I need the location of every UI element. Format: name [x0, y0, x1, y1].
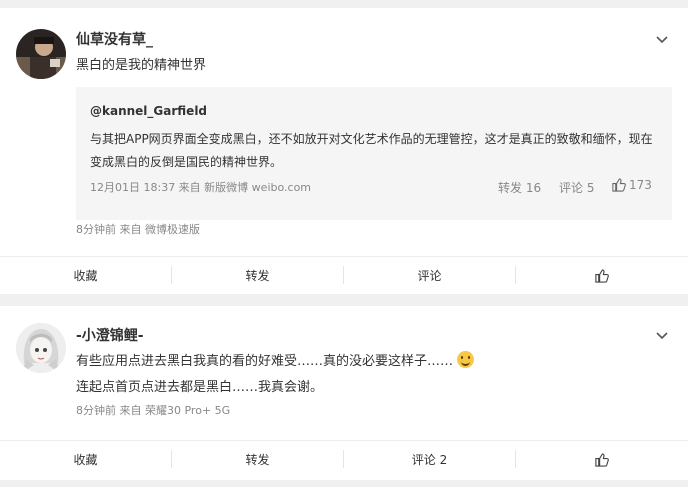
collect-button[interactable]: 收藏	[0, 441, 171, 477]
thumbs-up-icon	[595, 452, 609, 467]
repost-button[interactable]: 转发	[172, 441, 343, 477]
post-meta: 8分钟前 来自 微博极速版	[76, 223, 200, 236]
repost-count[interactable]: 转发 16	[498, 179, 541, 196]
repost-meta: 12月01日 18:37 来自 新版微博 weibo.com	[90, 181, 312, 194]
collect-button[interactable]: 收藏	[0, 257, 171, 293]
like-count: 173	[629, 177, 652, 192]
avatar[interactable]	[16, 323, 66, 373]
smile-emoji-icon	[457, 351, 475, 368]
username[interactable]: 仙草没有草_	[76, 29, 153, 49]
avatar[interactable]	[16, 29, 66, 79]
post-text: 连起点首页点进去都是黑白……我真会谢。	[76, 380, 324, 395]
repost-box[interactable]: @kannel_Garfield 与其把APP网页界面全变成黑白，还不如放开对文…	[76, 87, 672, 220]
comment-count[interactable]: 评论 5	[559, 179, 594, 196]
like-button[interactable]	[516, 441, 687, 477]
repost-text: 与其把APP网页界面全变成黑白，还不如放开对文化艺术作品的无理管控，这才是真正的…	[90, 132, 653, 146]
like-button[interactable]	[516, 257, 687, 293]
thumbs-up-icon	[595, 268, 609, 283]
comment-button[interactable]: 评论 2	[344, 441, 515, 477]
action-bar: 收藏 转发 评论 2	[0, 440, 688, 476]
repost-author[interactable]: @kannel_Garfield	[90, 104, 207, 118]
username[interactable]: -小澄锦鲤-	[76, 325, 144, 345]
repost-button[interactable]: 转发	[172, 257, 343, 293]
post-meta: 8分钟前 来自 荣耀30 Pro+ 5G	[76, 404, 231, 417]
post-card: -小澄锦鲤- 有些应用点进去黑白我真的看的好难受……真的没必要这样子…… 连起点…	[0, 306, 688, 480]
thumbs-up-icon	[612, 178, 626, 192]
post-text-line: 有些应用点进去黑白我真的看的好难受……真的没必要这样子……	[76, 354, 454, 369]
repost-text: 变成黑白的反倒是国民的精神世界。	[90, 155, 283, 169]
like-button[interactable]: 173	[611, 177, 652, 192]
action-bar: 收藏 转发 评论	[0, 256, 688, 292]
post-text: 有些应用点进去黑白我真的看的好难受……真的没必要这样子……	[76, 350, 475, 369]
chevron-down-icon[interactable]	[654, 327, 670, 343]
comment-button[interactable]: 评论	[344, 257, 515, 293]
post-text: 黑白的是我的精神世界	[76, 58, 207, 73]
post-card: 仙草没有草_ 黑白的是我的精神世界 @kannel_Garfield 与其把AP…	[0, 8, 688, 294]
chevron-down-icon[interactable]	[654, 31, 670, 47]
